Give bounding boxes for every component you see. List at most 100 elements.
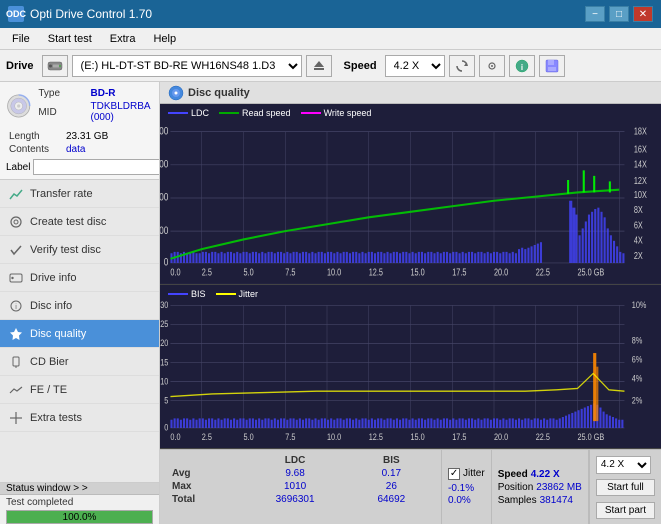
disc-info-table: Type BD-R MID TDKBLDRBA (000): [35, 86, 153, 125]
svg-text:1500: 1500: [160, 159, 169, 171]
app-title: Opti Drive Control 1.70: [30, 7, 152, 21]
legend-jitter-label: Jitter: [239, 289, 259, 299]
sidebar-item-fe-te[interactable]: FE / TE: [0, 376, 159, 404]
nav-disc-info-label: Disc info: [30, 300, 72, 312]
jitter-checkbox-row: ✓ Jitter: [448, 468, 485, 480]
title-bar: ODC Opti Drive Control 1.70 − □ ✕: [0, 0, 661, 28]
sidebar: Type BD-R MID TDKBLDRBA (000) Length 23.…: [0, 82, 160, 524]
max-label: Max: [168, 480, 240, 493]
speed-select[interactable]: 4.2 X: [385, 55, 445, 77]
eject-button[interactable]: [306, 55, 332, 77]
sidebar-item-drive-info[interactable]: Drive info: [0, 264, 159, 292]
svg-text:0: 0: [164, 421, 168, 432]
avg-label: Avg: [168, 467, 240, 480]
disc-mid-value: TDKBLDRBA (000): [90, 101, 151, 123]
svg-text:4X: 4X: [634, 235, 643, 246]
svg-text:17.5: 17.5: [452, 431, 466, 442]
svg-text:6%: 6%: [632, 353, 643, 364]
transfer-rate-icon: [8, 186, 24, 202]
settings-button[interactable]: [479, 55, 505, 77]
sidebar-item-create-test-disc[interactable]: Create test disc: [0, 208, 159, 236]
charts-container: LDC Read speed Write speed: [160, 104, 661, 449]
svg-text:17.5: 17.5: [452, 266, 466, 277]
drive-select[interactable]: (E:) HL-DT-ST BD-RE WH16NS48 1.D3: [72, 55, 302, 77]
disc-info-icon: i: [8, 298, 24, 314]
sidebar-item-transfer-rate[interactable]: Transfer rate: [0, 180, 159, 208]
svg-text:14X: 14X: [634, 159, 647, 170]
menu-extra[interactable]: Extra: [102, 31, 144, 47]
legend-ldc: LDC: [168, 108, 209, 118]
save-button[interactable]: [539, 55, 565, 77]
sidebar-item-cd-bier[interactable]: CD Bier: [0, 348, 159, 376]
svg-text:12X: 12X: [634, 175, 647, 186]
avg-ldc: 9.68: [240, 467, 349, 480]
legend-ldc-label: LDC: [191, 108, 209, 118]
minimize-button[interactable]: −: [585, 6, 605, 22]
svg-text:10.0: 10.0: [327, 266, 341, 277]
verify-test-disc-icon: [8, 242, 24, 258]
position-label: Position: [498, 482, 534, 493]
legend-write-color: [301, 112, 321, 114]
chart1-legend: LDC Read speed Write speed: [168, 108, 371, 118]
svg-text:5.0: 5.0: [244, 431, 254, 442]
total-row: Total 3696301 64692: [168, 493, 433, 506]
legend-bis-label: BIS: [191, 289, 206, 299]
refresh-button[interactable]: [449, 55, 475, 77]
svg-text:5.0: 5.0: [244, 266, 254, 277]
status-window-button[interactable]: Status window > >: [0, 483, 159, 495]
svg-text:8%: 8%: [632, 334, 643, 345]
menu-help[interactable]: Help: [145, 31, 184, 47]
samples-label: Samples: [498, 495, 537, 506]
start-full-button[interactable]: Start full: [596, 479, 655, 496]
svg-text:i: i: [520, 63, 522, 72]
progress-text: 100.0%: [7, 511, 152, 524]
app-icon: ODC: [8, 6, 24, 22]
svg-text:16X: 16X: [634, 143, 647, 154]
maximize-button[interactable]: □: [609, 6, 629, 22]
svg-text:30: 30: [160, 299, 168, 310]
svg-text:15: 15: [160, 356, 168, 367]
mid-label: MID: [37, 101, 87, 123]
sidebar-item-disc-info[interactable]: i Disc info: [0, 292, 159, 320]
jitter-avg: -0.1%: [448, 483, 485, 494]
svg-text:6X: 6X: [634, 219, 643, 230]
svg-text:15.0: 15.0: [411, 266, 425, 277]
svg-text:25.0 GB: 25.0 GB: [578, 266, 605, 277]
contents-label: Contents: [8, 144, 63, 155]
info-button[interactable]: i: [509, 55, 535, 77]
legend-jitter: Jitter: [216, 289, 259, 299]
start-part-button[interactable]: Start part: [596, 502, 655, 519]
speed-dropdown[interactable]: 4.2 X: [596, 456, 651, 474]
stats-panel: LDC BIS Avg 9.68 0.17 Max 1010: [160, 449, 661, 524]
nav-fe-te-label: FE / TE: [30, 384, 67, 396]
position-value: 23862 MB: [536, 482, 582, 493]
drive-icon-btn[interactable]: [42, 55, 68, 77]
menu-file[interactable]: File: [4, 31, 38, 47]
disc-length-value: 23.31 GB: [65, 131, 151, 142]
total-label: Total: [168, 493, 240, 506]
drive-info-icon: [8, 270, 24, 286]
legend-read: Read speed: [219, 108, 291, 118]
label-input[interactable]: [33, 159, 160, 175]
samples-value: 381474: [540, 495, 573, 506]
nav-drive-info-label: Drive info: [30, 272, 76, 284]
disc-quality-icon: [8, 326, 24, 342]
nav-cd-bier-label: CD Bier: [30, 356, 69, 368]
sidebar-item-verify-test-disc[interactable]: Verify test disc: [0, 236, 159, 264]
svg-text:2X: 2X: [634, 250, 643, 261]
sidebar-item-extra-tests[interactable]: Extra tests: [0, 404, 159, 432]
sidebar-item-disc-quality[interactable]: Disc quality: [0, 320, 159, 348]
jitter-checkbox[interactable]: ✓: [448, 468, 460, 480]
close-button[interactable]: ✕: [633, 6, 653, 22]
svg-text:0.0: 0.0: [170, 266, 180, 277]
max-bis: 26: [350, 480, 433, 493]
col-empty: [168, 454, 240, 467]
menu-start-test[interactable]: Start test: [40, 31, 100, 47]
chart1-svg: 2000 1500 1000 500 0 18X 16X 14X 12X 10X…: [160, 104, 661, 284]
svg-text:1000: 1000: [160, 192, 169, 204]
length-label: Length: [8, 131, 63, 142]
legend-bis-color: [168, 293, 188, 295]
legend-read-color: [219, 112, 239, 114]
legend-write-label: Write speed: [324, 108, 372, 118]
disc-quality-header: Disc quality: [160, 82, 661, 104]
